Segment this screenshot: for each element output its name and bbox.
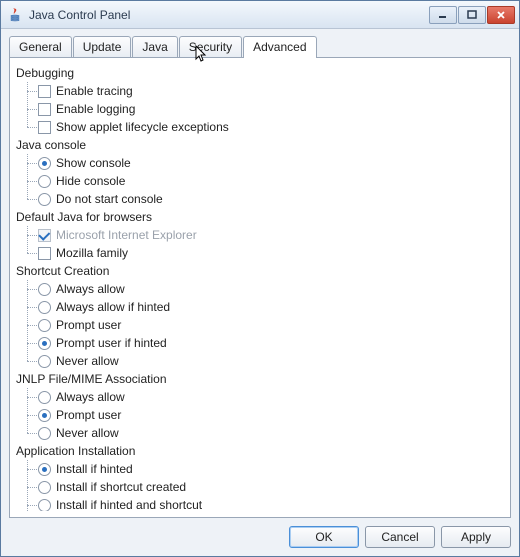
setting-item[interactable]: Mozilla family: [38, 244, 504, 262]
radio-icon[interactable]: [38, 481, 51, 494]
group-items: Microsoft Internet Explorer Mozilla famil…: [16, 226, 504, 262]
setting-item[interactable]: Show console: [38, 154, 504, 172]
group-items: Always allow Always allow if hinted Prompt…: [16, 280, 504, 370]
setting-item[interactable]: Show applet lifecycle exceptions: [38, 118, 504, 136]
setting-label: Install if hinted and shortcut: [56, 498, 202, 511]
setting-label: Show console: [56, 156, 131, 170]
setting-label: Hide console: [56, 174, 125, 188]
radio-icon[interactable]: [38, 463, 51, 476]
setting-item[interactable]: Never allow: [38, 352, 504, 370]
setting-label: Prompt user: [56, 318, 121, 332]
setting-label: Install if shortcut created: [56, 480, 186, 494]
setting-label: Always allow: [56, 282, 125, 296]
setting-label: Microsoft Internet Explorer: [56, 228, 197, 242]
settings-tree[interactable]: Debugging Enable tracing Enable logging Sho…: [16, 64, 504, 511]
setting-label: Do not start console: [56, 192, 163, 206]
radio-icon[interactable]: [38, 391, 51, 404]
dialog-buttons: OK Cancel Apply: [9, 518, 511, 548]
setting-item[interactable]: Prompt user: [38, 316, 504, 334]
setting-item[interactable]: Always allow if hinted: [38, 298, 504, 316]
close-button[interactable]: [487, 6, 515, 24]
tab-advanced[interactable]: Advanced: [243, 36, 316, 58]
tab-general[interactable]: General: [9, 36, 72, 57]
checkbox-icon[interactable]: [38, 247, 51, 260]
tab-update[interactable]: Update: [73, 36, 132, 57]
setting-label: Always allow: [56, 390, 125, 404]
setting-item[interactable]: Hide console: [38, 172, 504, 190]
radio-icon[interactable]: [38, 319, 51, 332]
group-header: Debugging: [16, 64, 504, 82]
setting-label: Mozilla family: [56, 246, 128, 260]
setting-item[interactable]: Enable tracing: [38, 82, 504, 100]
ok-button[interactable]: OK: [289, 526, 359, 548]
titlebar: Java Control Panel: [1, 1, 519, 29]
radio-icon[interactable]: [38, 157, 51, 170]
setting-label: Show applet lifecycle exceptions: [56, 120, 229, 134]
setting-item[interactable]: Enable logging: [38, 100, 504, 118]
setting-item[interactable]: Prompt user if hinted: [38, 334, 504, 352]
setting-label: Prompt user: [56, 408, 121, 422]
checkbox-icon[interactable]: [38, 103, 51, 116]
checkbox-icon[interactable]: [38, 121, 51, 134]
setting-item[interactable]: Always allow: [38, 280, 504, 298]
setting-label: Install if hinted: [56, 462, 133, 476]
group-items: Show console Hide console Do not start con…: [16, 154, 504, 208]
client-area: General Update Java Security Advanced De…: [1, 29, 519, 556]
checkbox-icon[interactable]: [38, 85, 51, 98]
setting-item[interactable]: Never allow: [38, 424, 504, 442]
setting-label: Prompt user if hinted: [56, 336, 167, 350]
setting-item[interactable]: Install if hinted: [38, 460, 504, 478]
checkbox-icon: [38, 229, 51, 242]
group-header: Default Java for browsers: [16, 208, 504, 226]
setting-item[interactable]: Prompt user: [38, 406, 504, 424]
setting-label: Enable logging: [56, 102, 135, 116]
apply-button[interactable]: Apply: [441, 526, 511, 548]
group-header: Application Installation: [16, 442, 504, 460]
group-header: Shortcut Creation: [16, 262, 504, 280]
setting-item[interactable]: Do not start console: [38, 190, 504, 208]
java-icon: [7, 7, 23, 23]
tab-java[interactable]: Java: [132, 36, 177, 57]
tabs-row: General Update Java Security Advanced: [9, 35, 511, 57]
group-items: Install if hinted Install if shortcut cre…: [16, 460, 504, 511]
setting-label: Never allow: [56, 354, 119, 368]
setting-label: Enable tracing: [56, 84, 133, 98]
minimize-button[interactable]: [429, 6, 457, 24]
group-items: Enable tracing Enable logging Show applet …: [16, 82, 504, 136]
setting-item[interactable]: Install if shortcut created: [38, 478, 504, 496]
tab-security[interactable]: Security: [179, 36, 242, 57]
titlebar-buttons: [429, 6, 515, 24]
setting-item[interactable]: Install if hinted and shortcut: [38, 496, 504, 511]
radio-icon[interactable]: [38, 499, 51, 512]
maximize-button[interactable]: [458, 6, 486, 24]
advanced-panel: Debugging Enable tracing Enable logging Sho…: [9, 57, 511, 518]
window-title: Java Control Panel: [29, 8, 429, 22]
radio-icon[interactable]: [38, 301, 51, 314]
radio-icon[interactable]: [38, 355, 51, 368]
setting-label: Always allow if hinted: [56, 300, 170, 314]
setting-item[interactable]: Always allow: [38, 388, 504, 406]
radio-icon[interactable]: [38, 193, 51, 206]
java-control-panel-window: Java Control Panel General Update Java S…: [0, 0, 520, 557]
radio-icon[interactable]: [38, 427, 51, 440]
group-header: Java console: [16, 136, 504, 154]
cancel-button[interactable]: Cancel: [365, 526, 435, 548]
radio-icon[interactable]: [38, 337, 51, 350]
radio-icon[interactable]: [38, 409, 51, 422]
radio-icon[interactable]: [38, 283, 51, 296]
radio-icon[interactable]: [38, 175, 51, 188]
setting-item: Microsoft Internet Explorer: [38, 226, 504, 244]
group-items: Always allow Prompt user Never allow: [16, 388, 504, 442]
group-header: JNLP File/MIME Association: [16, 370, 504, 388]
setting-label: Never allow: [56, 426, 119, 440]
